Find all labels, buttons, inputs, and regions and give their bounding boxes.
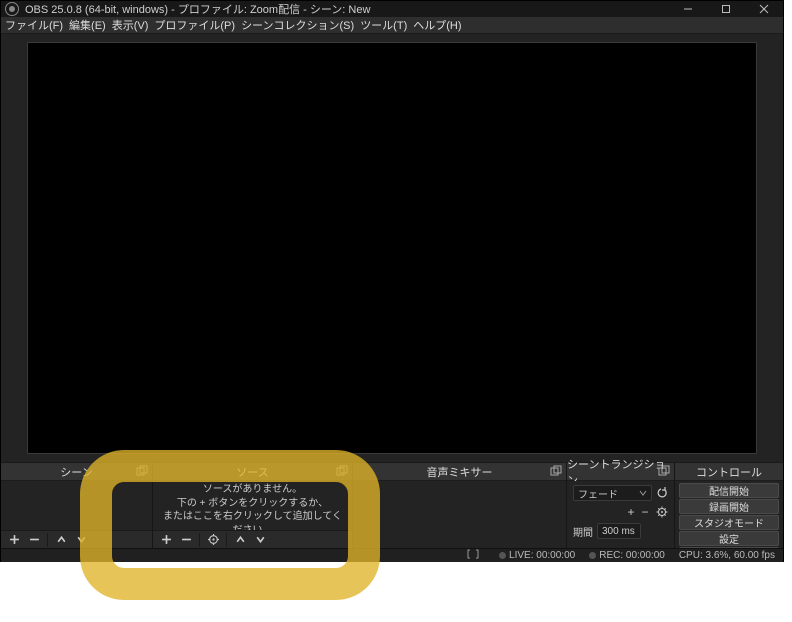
exit-button[interactable]: 終了 — [679, 547, 779, 548]
menu-view[interactable]: 表示(V) — [112, 17, 149, 33]
sources-toolbar — [153, 530, 352, 548]
popout-icon[interactable] — [658, 465, 670, 477]
transition-add-button[interactable]: + — [624, 504, 638, 520]
window-title: OBS 25.0.8 (64-bit, windows) - プロファイル: Z… — [25, 1, 669, 17]
settings-button[interactable]: 設定 — [679, 531, 779, 546]
window-controls — [669, 1, 783, 17]
menu-scene-collection[interactable]: シーンコレクション(S) — [241, 17, 354, 33]
transition-remove-button[interactable]: − — [638, 504, 652, 520]
menu-edit[interactable]: 編集(E) — [69, 17, 106, 33]
dock-mixer: 音声ミキサー — [353, 463, 567, 548]
transition-add-remove: + − — [624, 504, 652, 520]
source-down-button[interactable] — [253, 534, 267, 545]
remove-source-button[interactable] — [179, 534, 193, 545]
start-streaming-button[interactable]: 配信開始 — [679, 483, 779, 498]
popout-icon[interactable] — [136, 465, 148, 477]
transition-duration-label: 期間 — [573, 524, 593, 539]
remove-scene-button[interactable] — [27, 534, 41, 545]
dock-scenes-title: シーン — [60, 464, 92, 480]
titlebar: OBS 25.0.8 (64-bit, windows) - プロファイル: Z… — [1, 1, 783, 17]
sources-list[interactable]: ソースがありません。 下の + ボタンをクリックするか、 またはここを右クリック… — [153, 481, 352, 530]
add-scene-button[interactable] — [7, 534, 21, 545]
source-properties-button[interactable] — [206, 534, 220, 545]
dock-controls-title: コントロール — [696, 464, 762, 480]
dock-controls: コントロール 配信開始 録画開始 スタジオモード 設定 終了 — [675, 463, 783, 548]
dock-scenes: シーン — [1, 463, 153, 548]
transition-duration-value: 300 ms — [602, 526, 635, 537]
menu-profile[interactable]: プロファイル(P) — [154, 17, 235, 33]
studio-mode-button[interactable]: スタジオモード — [679, 515, 779, 530]
dock-transitions-header[interactable]: シーントランジション — [567, 463, 674, 481]
sources-empty-line3: またはここを右クリックして追加してください。 — [159, 510, 346, 530]
preview-area — [1, 34, 783, 462]
dock-mixer-title: 音声ミキサー — [427, 464, 493, 480]
popout-icon[interactable] — [336, 465, 348, 477]
sources-empty-line2: 下の + ボタンをクリックするか、 — [177, 497, 328, 511]
transitions-body: フェード + − 期間 — [567, 481, 674, 548]
preview-canvas[interactable] — [27, 42, 757, 454]
sources-empty-state: ソースがありません。 下の + ボタンをクリックするか、 またはここを右クリック… — [153, 481, 352, 530]
scene-down-button[interactable] — [74, 534, 88, 545]
dock-scenes-header[interactable]: シーン — [1, 463, 152, 481]
controls-body: 配信開始 録画開始 スタジオモード 設定 終了 — [675, 481, 783, 548]
status-live: LIVE: 00:00:00 — [499, 550, 575, 561]
close-button[interactable] — [745, 1, 783, 17]
dock-transitions: シーントランジション フェード + — [567, 463, 675, 548]
dock-mixer-header[interactable]: 音声ミキサー — [353, 463, 566, 481]
chevron-down-icon — [639, 489, 647, 497]
sources-empty-line1: ソースがありません。 — [203, 483, 302, 497]
separator — [47, 533, 48, 547]
separator — [199, 533, 200, 547]
add-source-button[interactable] — [159, 534, 173, 545]
transition-return-icon[interactable] — [656, 487, 668, 499]
maximize-button[interactable] — [707, 1, 745, 17]
minimize-button[interactable] — [669, 1, 707, 17]
scenes-toolbar — [1, 530, 152, 548]
scene-up-button[interactable] — [54, 534, 68, 545]
dock-sources-header[interactable]: ソース — [153, 463, 352, 481]
source-up-button[interactable] — [233, 534, 247, 545]
mixer-body[interactable] — [353, 481, 566, 548]
popout-icon[interactable] — [550, 465, 562, 477]
menu-tools[interactable]: ツール(T) — [360, 17, 407, 33]
status-live-text: LIVE: 00:00:00 — [509, 550, 575, 561]
app-icon — [5, 2, 19, 16]
statusbar: LIVE: 00:00:00 REC: 00:00:00 CPU: 3.6%, … — [1, 548, 783, 562]
transition-select[interactable]: フェード — [573, 485, 652, 501]
obs-window: OBS 25.0.8 (64-bit, windows) - プロファイル: Z… — [0, 0, 784, 562]
dock-sources-title: ソース — [236, 464, 268, 480]
status-cpu: CPU: 3.6%, 60.00 fps — [679, 550, 775, 561]
menu-help[interactable]: ヘルプ(H) — [413, 17, 461, 33]
rec-dot-icon — [589, 552, 596, 559]
scenes-list[interactable] — [1, 481, 152, 530]
transition-duration-input[interactable]: 300 ms — [597, 523, 641, 539]
dock-sources: ソース ソースがありません。 下の + ボタンをクリックするか、 またはここを右… — [153, 463, 353, 548]
status-rec-text: REC: 00:00:00 — [599, 550, 665, 561]
start-recording-button[interactable]: 録画開始 — [679, 499, 779, 514]
menu-file[interactable]: ファイル(F) — [5, 17, 63, 33]
docks: シーン ソース ソースがありません。 下の + ボタンをクリックするか — [1, 462, 783, 548]
live-dot-icon — [499, 552, 506, 559]
status-rec: REC: 00:00:00 — [589, 550, 665, 561]
status-brackets-icon — [467, 549, 485, 562]
gear-icon[interactable] — [656, 506, 668, 518]
transition-select-value: フェード — [578, 486, 618, 501]
menubar: ファイル(F) 編集(E) 表示(V) プロファイル(P) シーンコレクション(… — [1, 17, 783, 34]
dock-controls-header[interactable]: コントロール — [675, 463, 783, 481]
separator — [226, 533, 227, 547]
